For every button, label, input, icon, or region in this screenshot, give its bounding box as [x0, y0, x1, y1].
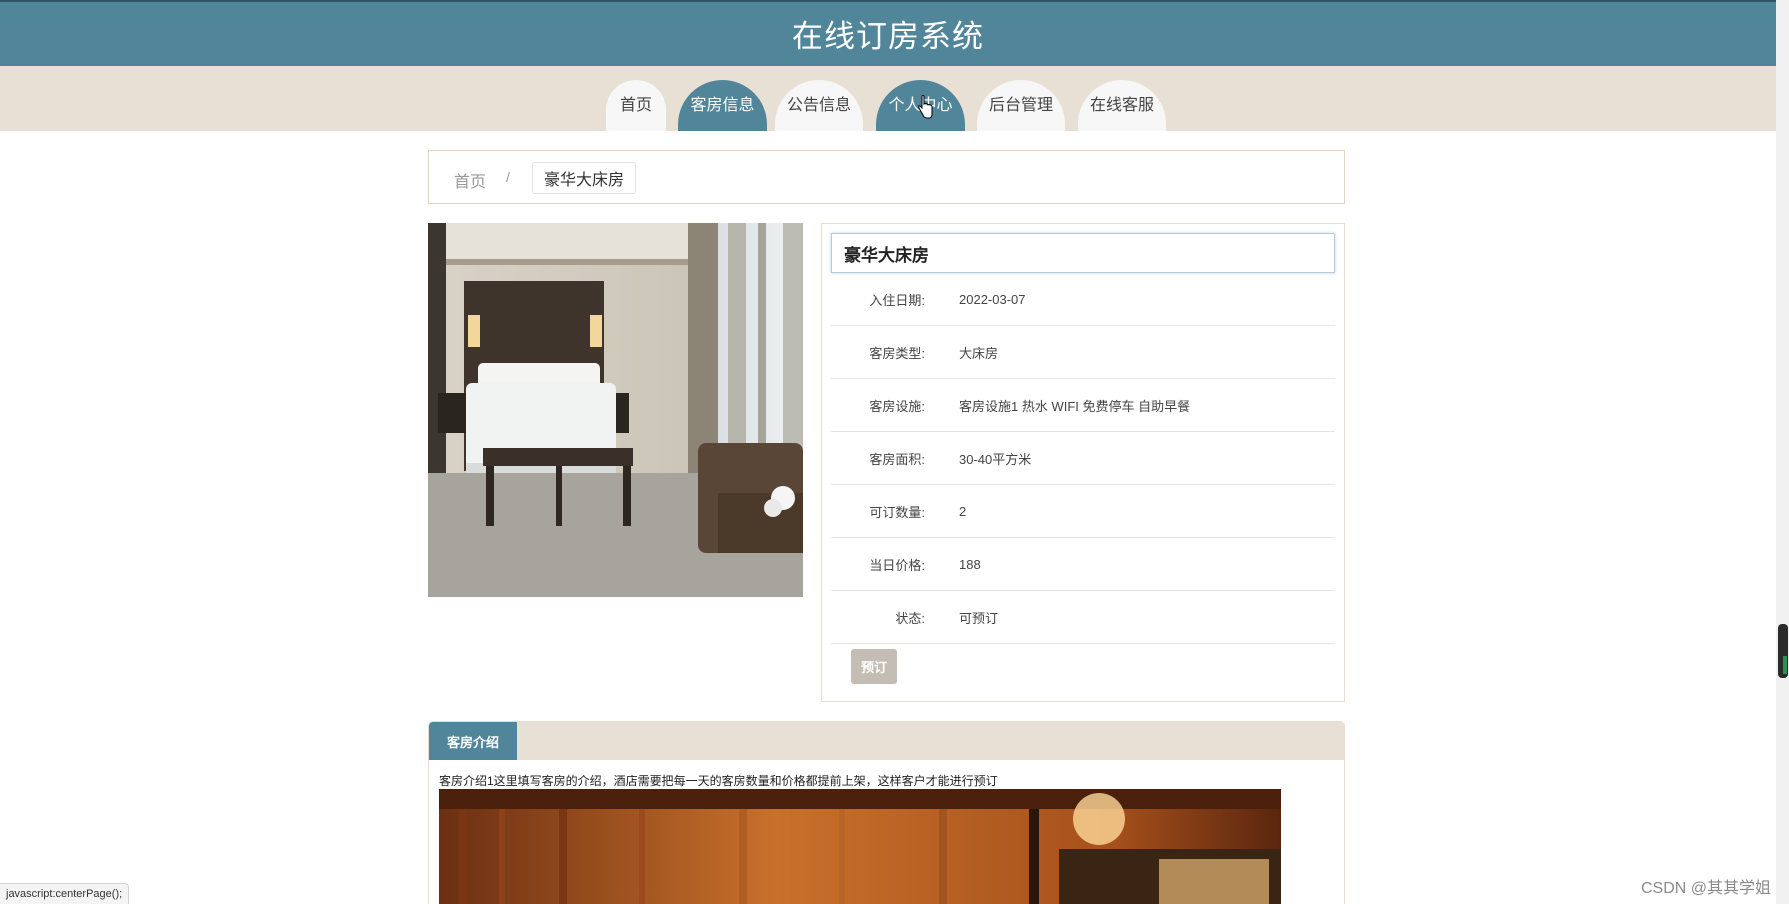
nav-item-customer-service[interactable]: 在线客服: [1078, 80, 1166, 131]
detail-row-area: 客房面积: 30-40平方米: [831, 432, 1335, 485]
field-label: 客房面积:: [869, 451, 925, 467]
intro-text: 客房介绍1这里填写客房的介绍，酒店需要把每一天的客房数量和价格都提前上架，这样客…: [439, 774, 998, 788]
detail-row-price: 当日价格: 188: [831, 538, 1335, 591]
nav-item-home[interactable]: 首页: [606, 80, 666, 131]
detail-row-facilities: 客房设施: 客房设施1 热水 WIFI 免费停车 自助早餐: [831, 379, 1335, 432]
room-title: 豪华大床房: [831, 233, 1335, 273]
watermark: CSDN @其其学姐: [1640, 880, 1771, 897]
nav-item-admin[interactable]: 后台管理: [977, 80, 1065, 131]
detail-row-room-type: 客房类型: 大床房: [831, 326, 1335, 379]
tab-room-intro[interactable]: 客房介绍: [429, 722, 517, 760]
book-button[interactable]: 预订: [851, 649, 897, 684]
room-photo: [428, 223, 803, 597]
main-nav: 首页 客房信息 公告信息 个人中心 后台管理 在线客服: [0, 66, 1776, 131]
intro-tab-bar: [429, 722, 1344, 760]
site-header: 在线订房系统: [0, 0, 1776, 66]
field-label: 可订数量:: [869, 504, 925, 520]
field-value: 客房设施1 热水 WIFI 免费停车 自助早餐: [959, 398, 1191, 414]
room-intro-section: 客房介绍 客房介绍1这里填写客房的介绍，酒店需要把每一天的客房数量和价格都提前上…: [428, 721, 1345, 904]
field-label: 客房设施:: [869, 398, 925, 414]
page-scrollbar[interactable]: [1776, 0, 1789, 904]
field-value: 2022-03-07: [959, 291, 1026, 307]
breadcrumb-separator: /: [506, 169, 510, 185]
field-label: 当日价格:: [869, 557, 925, 573]
site-title: 在线订房系统: [792, 18, 984, 54]
field-value: 2: [959, 503, 967, 519]
field-label: 客房类型:: [869, 345, 925, 361]
breadcrumb-current: 豪华大床房: [532, 162, 636, 194]
detail-row-checkin-date: 入住日期: 2022-03-07: [831, 273, 1335, 326]
field-value: 大床房: [959, 345, 999, 361]
field-value: 30-40平方米: [959, 451, 1032, 467]
breadcrumb: 首页 / 豪华大床房: [428, 150, 1345, 204]
field-label: 状态:: [895, 610, 925, 626]
detail-row-available-quantity: 可订数量: 2: [831, 485, 1335, 538]
hand-cursor-icon: [918, 95, 933, 119]
field-value: 188: [959, 556, 981, 572]
breadcrumb-home-link[interactable]: 首页: [454, 168, 486, 192]
nav-item-rooms[interactable]: 客房信息: [678, 80, 767, 131]
room-detail-panel: 豪华大床房 入住日期: 2022-03-07 客房类型: 大床房 客房设施: 客…: [821, 223, 1345, 702]
nav-item-notices[interactable]: 公告信息: [775, 80, 863, 131]
scrollbar-marker: [1783, 656, 1787, 674]
field-label: 入住日期:: [869, 292, 925, 308]
browser-status-bar: javascript:centerPage();: [0, 883, 130, 904]
intro-photo: [439, 789, 1281, 904]
field-value: 可预订: [959, 610, 999, 626]
detail-row-status: 状态: 可预订: [831, 591, 1335, 644]
